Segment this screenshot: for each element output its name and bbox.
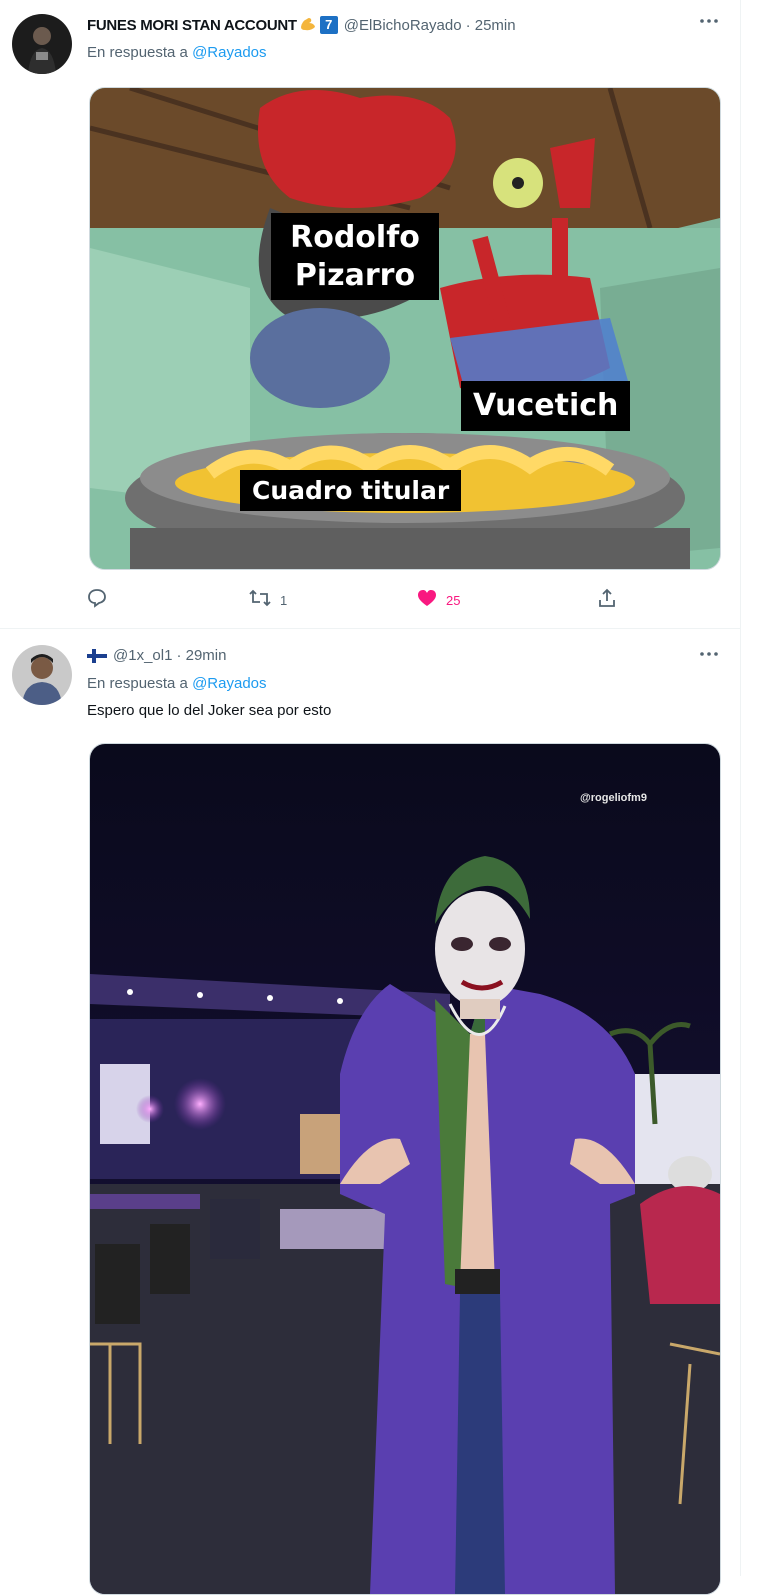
avatar[interactable]: [12, 14, 72, 74]
share-button[interactable]: [596, 585, 618, 615]
display-name[interactable]: FUNES MORI STAN ACCOUNT: [87, 17, 297, 34]
club-badge-icon: 7: [319, 16, 338, 34]
reply-mention-link[interactable]: @Rayados: [192, 675, 266, 692]
tweet-header: FUNES MORI STAN ACCOUNT 7 @ElBichoRayado…: [87, 15, 516, 35]
handle[interactable]: @ElBichoRayado: [344, 17, 462, 34]
like-count: 25: [446, 592, 461, 608]
meme-label-vucetich: Vucetich: [461, 381, 631, 431]
more-icon[interactable]: [698, 12, 720, 33]
joker-photo: [90, 744, 720, 1594]
finland-flag-icon: [87, 648, 107, 663]
timestamp[interactable]: · 29min: [176, 647, 226, 664]
reply-icon: [86, 587, 108, 614]
photo-watermark: @rogeliofm9: [580, 792, 647, 804]
tweet-media-image[interactable]: @rogeliofm9: [89, 743, 721, 1595]
timestamp[interactable]: · 25min: [466, 17, 516, 34]
avatar[interactable]: [12, 645, 72, 705]
retweet-button[interactable]: 1: [248, 585, 287, 615]
reply-context: En respuesta a @Rayados: [87, 44, 267, 61]
tweet-media-image[interactable]: Rodolfo Pizarro Vucetich Cuadro titular: [89, 87, 721, 570]
tweet-actions: 1 25: [86, 585, 626, 615]
retweet-icon: [248, 587, 272, 614]
meme-label-cuadro: Cuadro titular: [240, 470, 462, 512]
retweet-count: 1: [280, 592, 288, 608]
tweet[interactable]: FUNES MORI STAN ACCOUNT 7 @ElBichoRayado…: [0, 0, 740, 629]
tweet-text: Espero que lo del Joker sea por esto: [87, 702, 332, 719]
tweet[interactable]: @1x_ol1 · 29min En respuesta a @Rayados …: [0, 629, 740, 1595]
share-icon: [596, 587, 618, 614]
tweet-header: @1x_ol1 · 29min: [87, 647, 226, 664]
more-icon[interactable]: [698, 645, 720, 666]
timeline: FUNES MORI STAN ACCOUNT 7 @ElBichoRayado…: [0, 0, 741, 1595]
reply-prefix: En respuesta a: [87, 675, 188, 692]
handle[interactable]: @1x_ol1: [113, 647, 172, 664]
flexed-arm-icon: [299, 15, 317, 35]
reply-mention-link[interactable]: @Rayados: [192, 44, 266, 61]
reply-prefix: En respuesta a: [87, 44, 188, 61]
meme-label-rodolfo: Rodolfo Pizarro: [271, 213, 439, 300]
heart-icon: [416, 587, 438, 614]
reply-context: En respuesta a @Rayados: [87, 675, 267, 692]
reply-button[interactable]: [86, 585, 108, 615]
like-button[interactable]: 25: [416, 585, 460, 615]
